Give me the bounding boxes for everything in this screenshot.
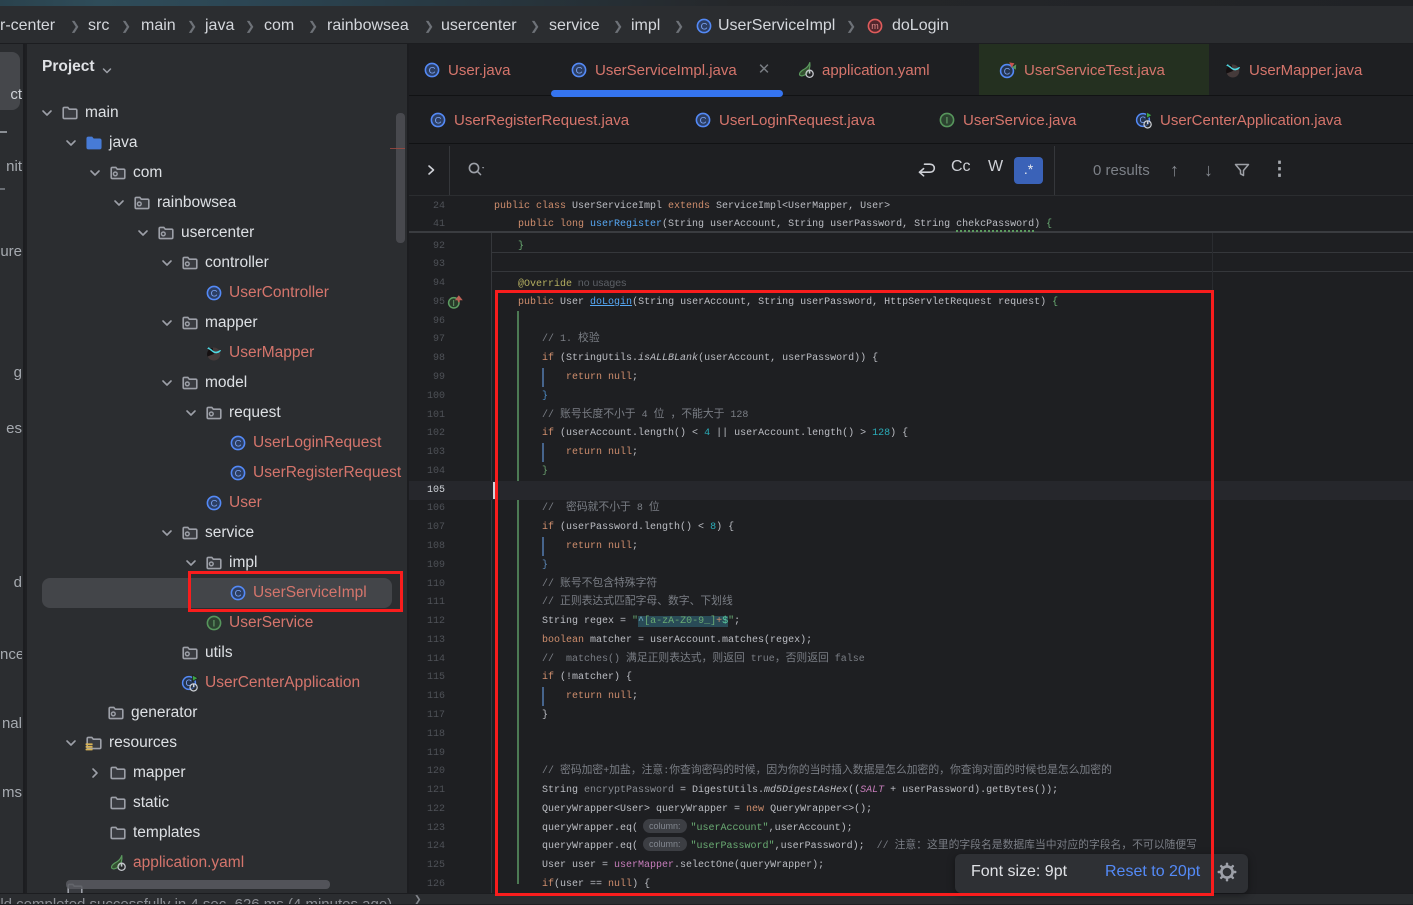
svg-text:C: C [211, 498, 218, 509]
svg-text:m: m [871, 21, 879, 31]
svg-text:I: I [946, 115, 949, 126]
svg-text:C: C [435, 115, 442, 126]
svg-text:C: C [429, 65, 436, 76]
svg-text:C: C [1004, 66, 1011, 76]
svg-text:C: C [700, 115, 707, 126]
svg-text:C: C [235, 438, 242, 449]
svg-text:C: C [235, 468, 242, 479]
svg-text:I: I [213, 618, 216, 629]
svg-text:I: I [453, 299, 455, 308]
svg-text:C: C [701, 21, 708, 32]
svg-text:C: C [576, 65, 583, 76]
svg-text:C: C [211, 288, 218, 299]
